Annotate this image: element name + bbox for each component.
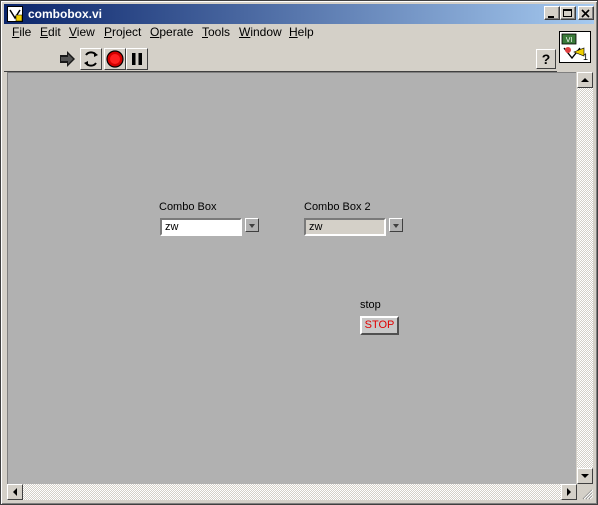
close-icon: [581, 9, 590, 18]
vertical-scrollbar[interactable]: [577, 72, 593, 484]
combo-box-2-label: Combo Box 2: [304, 201, 371, 213]
minimize-icon: [548, 16, 554, 18]
menu-window[interactable]: Window: [239, 25, 282, 45]
arrow-left-icon: [13, 488, 17, 496]
menu-bar: File Edit View Project Operate Tools Win…: [4, 25, 554, 45]
combo-box-dropdown-button[interactable]: [245, 218, 259, 232]
minimize-button[interactable]: [544, 6, 560, 20]
context-help-button[interactable]: ?: [536, 49, 556, 69]
help-icon: ?: [541, 51, 551, 67]
combo-box-2-field[interactable]: zw: [304, 218, 386, 236]
scroll-up-button[interactable]: [577, 72, 593, 88]
svg-text:VI: VI: [566, 37, 573, 44]
vi-window: combobox.vi File Edit View Project Opera…: [0, 0, 598, 505]
run-arrow-icon: [60, 51, 75, 67]
toolbar: [4, 46, 559, 72]
maximize-icon: [563, 9, 572, 17]
maximize-button[interactable]: [560, 6, 576, 20]
scroll-down-button[interactable]: [577, 468, 593, 484]
labview-vi-icon: [7, 6, 23, 22]
front-panel[interactable]: [7, 72, 576, 484]
arrow-right-icon: [567, 488, 571, 496]
menu-operate[interactable]: Operate: [150, 25, 193, 45]
pause-button[interactable]: [126, 48, 148, 70]
menu-project[interactable]: Project: [104, 25, 141, 45]
arrow-up-icon: [581, 78, 589, 82]
scroll-right-button[interactable]: [561, 484, 577, 500]
combo-box-2-dropdown-button[interactable]: [389, 218, 403, 232]
menu-help[interactable]: Help: [289, 25, 314, 45]
scroll-left-button[interactable]: [7, 484, 23, 500]
abort-execution-button[interactable]: [104, 48, 126, 70]
arrow-down-icon: [581, 474, 589, 478]
dropdown-arrow-icon: [249, 224, 255, 228]
combo-box-field[interactable]: zw: [160, 218, 242, 236]
pause-icon: [132, 53, 142, 65]
menu-file[interactable]: File: [12, 25, 31, 45]
menu-edit[interactable]: Edit: [40, 25, 61, 45]
stop-button[interactable]: STOP: [360, 316, 399, 335]
run-continuously-button[interactable]: [80, 48, 102, 70]
window-title: combobox.vi: [28, 7, 103, 21]
combo-box-label: Combo Box: [159, 201, 217, 213]
menu-tools[interactable]: Tools: [202, 25, 230, 45]
run-continuously-icon: [84, 51, 98, 67]
run-button[interactable]: [56, 48, 78, 70]
stop-sign-icon: [106, 50, 124, 68]
dropdown-arrow-icon: [393, 224, 399, 228]
vi-connector-icon[interactable]: VI 1: [559, 31, 591, 63]
menu-view[interactable]: View: [69, 25, 95, 45]
resize-grip-icon[interactable]: [581, 488, 593, 500]
horizontal-scrollbar[interactable]: [7, 484, 577, 500]
vi-icon-number: 1: [582, 52, 588, 62]
title-bar[interactable]: combobox.vi: [4, 4, 594, 24]
close-button[interactable]: [578, 6, 594, 20]
stop-label: stop: [360, 299, 381, 311]
